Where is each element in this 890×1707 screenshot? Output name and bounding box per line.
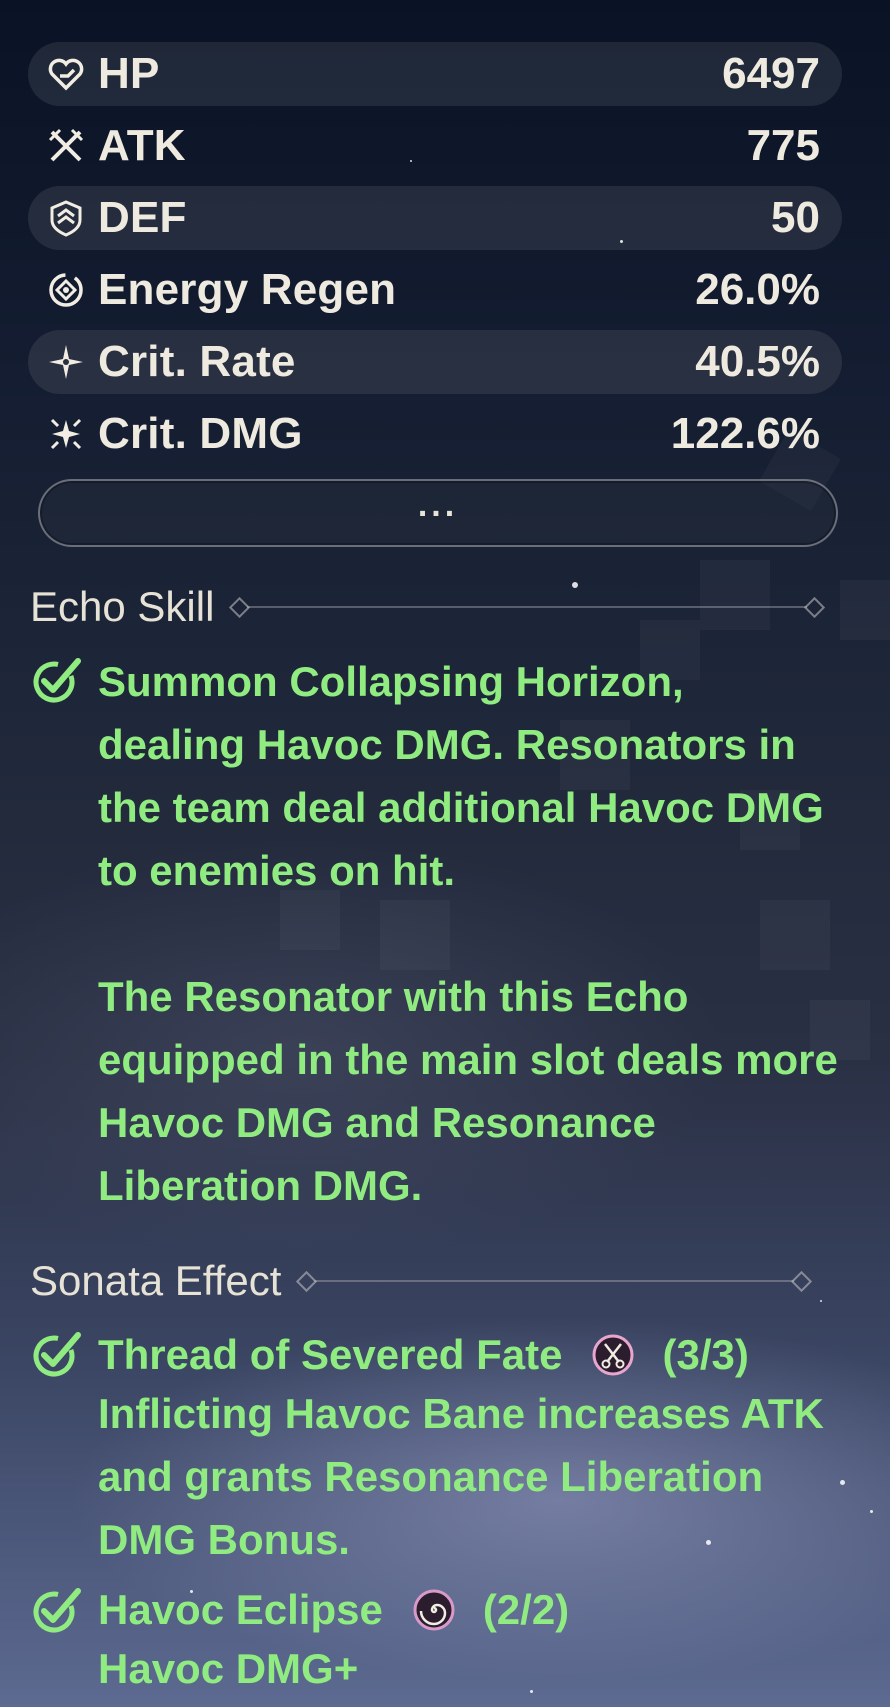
section-divider xyxy=(229,596,826,618)
stat-row-energy-regen: Energy Regen 26.0% xyxy=(28,258,842,322)
section-title: Sonata Effect xyxy=(30,1257,282,1304)
sonata-set-name: Havoc Eclipse xyxy=(98,1586,383,1633)
stat-value: 6497 xyxy=(722,49,820,98)
stat-row-crit-dmg: Crit. DMG 122.6% xyxy=(28,402,842,466)
echo-skill-paragraph: The Resonator with this Echo equipped in… xyxy=(98,973,838,1209)
stat-label: Energy Regen xyxy=(98,265,397,314)
sonata-set-description: Inflicting Havoc Bane increases ATK and … xyxy=(98,1390,824,1563)
check-icon xyxy=(33,1588,81,1633)
stat-label: HP xyxy=(98,49,160,98)
echo-skill-header: Echo Skill xyxy=(30,583,826,631)
stat-row-hp: HP 6497 xyxy=(28,42,842,106)
stat-label: Crit. Rate xyxy=(98,337,296,386)
stat-row-crit-rate: Crit. Rate 40.5% xyxy=(28,330,842,394)
sonata-effect-header: Sonata Effect xyxy=(30,1257,813,1305)
atk-swords-icon xyxy=(44,124,88,168)
stat-row-def: DEF 50 xyxy=(28,186,842,250)
hp-heart-icon xyxy=(44,52,88,96)
stats-panel: HP 6497 ATK 775 DEF 50 Energy Regen 26.0… xyxy=(28,42,842,474)
section-title: Echo Skill xyxy=(30,583,215,630)
sonata-set-name: Thread of Severed Fate xyxy=(98,1331,563,1378)
sonata-set-count: (3/3) xyxy=(662,1331,749,1378)
stat-label: DEF xyxy=(98,193,187,242)
crit-dmg-sparkle-icon xyxy=(44,412,88,456)
stat-row-atk: ATK 775 xyxy=(28,114,842,178)
echo-skill-paragraph: Summon Collapsing Horizon, dealing Havoc… xyxy=(98,658,824,894)
sonata-set-havoc-eclipse: Havoc Eclipse (2/2) xyxy=(98,1578,569,1641)
stat-value: 122.6% xyxy=(670,409,820,458)
sonata-set-count: (2/2) xyxy=(482,1586,570,1633)
def-shield-icon xyxy=(44,196,88,240)
sonata-set-thread-of-severed-fate: Thread of Severed Fate (3/3) xyxy=(98,1323,749,1386)
more-button-label: ... xyxy=(417,486,459,524)
crit-rate-star-icon xyxy=(44,340,88,384)
stat-label: ATK xyxy=(98,121,186,170)
stat-value: 40.5% xyxy=(695,337,820,386)
stat-value: 775 xyxy=(746,121,820,170)
spiral-icon xyxy=(413,1589,455,1630)
check-icon xyxy=(33,658,81,703)
stat-value: 50 xyxy=(771,193,820,242)
check-icon xyxy=(33,1332,81,1377)
energy-regen-icon xyxy=(44,268,88,312)
sonata-set-description: Havoc DMG+ xyxy=(98,1645,359,1692)
stat-value: 26.0% xyxy=(695,265,820,314)
section-divider xyxy=(296,1270,813,1292)
scissors-icon xyxy=(592,1334,634,1375)
more-stats-button[interactable]: ... xyxy=(38,479,838,547)
echo-skill-description: Summon Collapsing Horizon, dealing Havoc… xyxy=(98,650,838,1217)
stat-label: Crit. DMG xyxy=(98,409,303,458)
